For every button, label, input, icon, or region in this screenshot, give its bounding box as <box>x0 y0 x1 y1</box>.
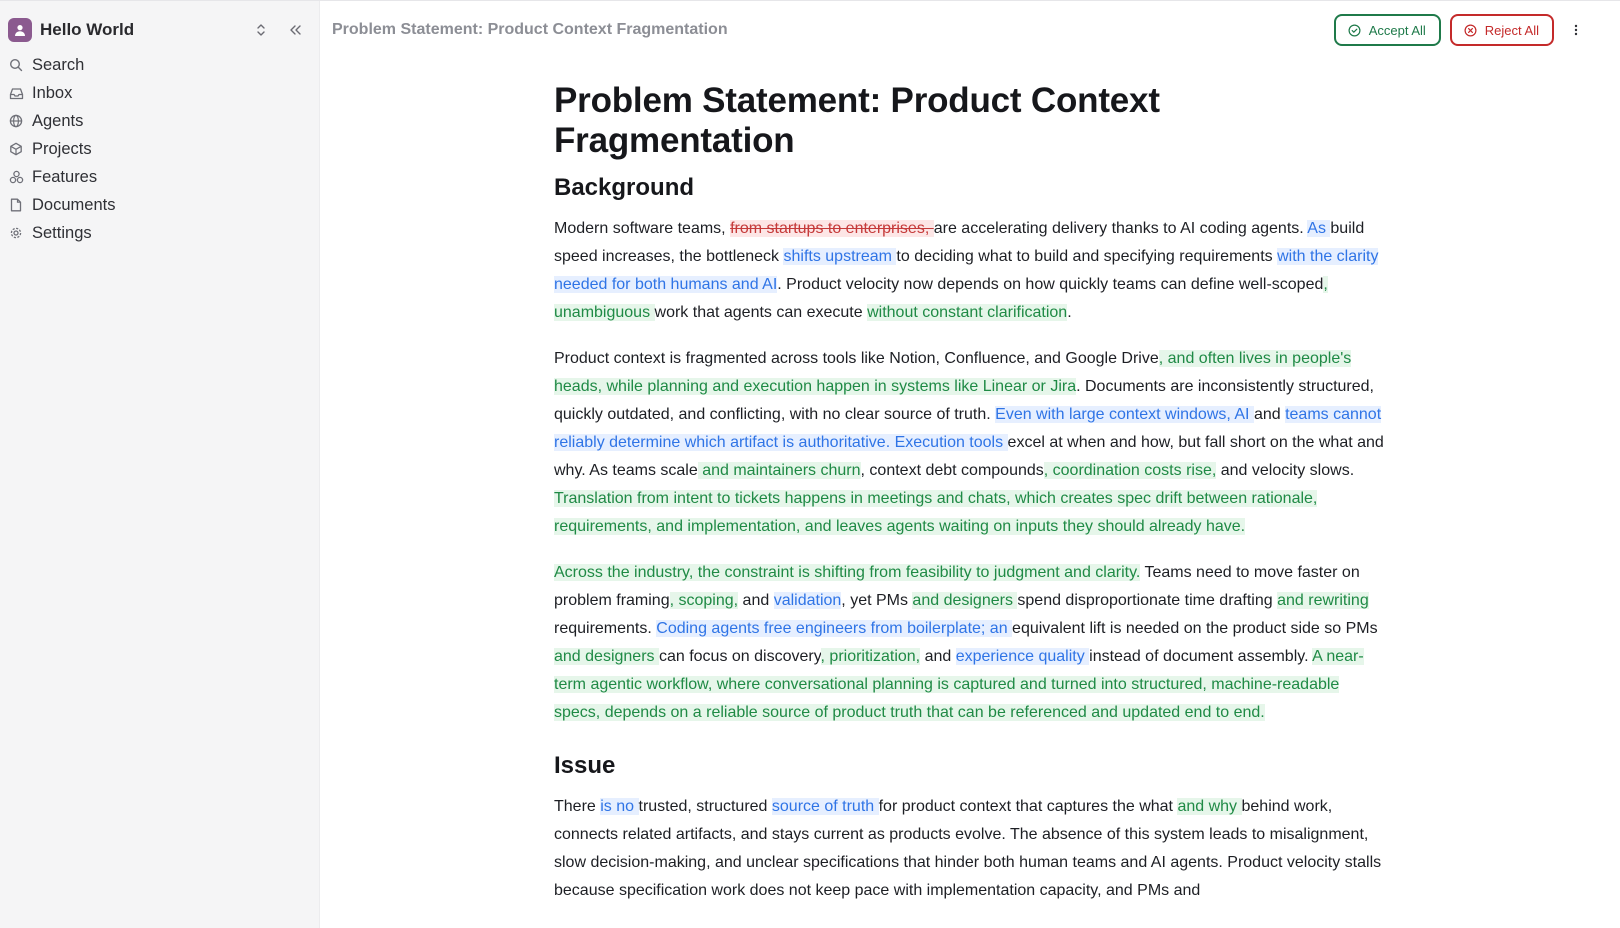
document-title[interactable]: Problem Statement: Product Context Fragm… <box>554 81 1384 161</box>
paragraph-text: and <box>920 648 956 665</box>
paragraph-text: can focus on discovery <box>658 648 821 665</box>
added-text[interactable]: , scoping, <box>669 592 739 609</box>
added-text[interactable]: , coordination costs rise, <box>1043 462 1217 479</box>
sidebar-item-inbox[interactable]: Inbox <box>8 79 309 107</box>
paragraph-text: and velocity slows. <box>1216 462 1355 479</box>
sidebar-item-label: Search <box>32 55 85 74</box>
paragraph-text: and <box>738 592 774 609</box>
gear-icon <box>8 225 24 241</box>
paragraph-text: , context debt compounds <box>860 462 1044 479</box>
sidebar-item-projects[interactable]: Projects <box>8 135 309 163</box>
workspace-name[interactable]: Hello World <box>40 20 247 40</box>
suggested-text[interactable]: As <box>1307 220 1331 237</box>
paragraph-text: work that agents can execute <box>654 304 868 321</box>
paragraph-text: , yet PMs <box>841 592 913 609</box>
paragraph-text: requirements. <box>554 620 657 637</box>
paragraph-text: spend disproportionate time drafting <box>1017 592 1278 609</box>
check-circle-icon <box>1348 23 1361 37</box>
added-text[interactable]: and maintainers churn <box>697 462 861 479</box>
breadcrumb[interactable]: Problem Statement: Product Context Fragm… <box>332 21 1334 39</box>
paragraph-text: Product context is fragmented across too… <box>554 350 1159 367</box>
reject-all-button[interactable]: Reject All <box>1449 14 1554 46</box>
main-content: Problem Statement: Product Context Fragm… <box>320 1 1620 928</box>
document-body: Problem Statement: Product Context Fragm… <box>554 81 1384 923</box>
top-bar: Problem Statement: Product Context Fragm… <box>320 1 1620 59</box>
chevrons-left-icon[interactable] <box>281 16 309 44</box>
reject-all-label: Reject All <box>1484 22 1539 38</box>
document-icon <box>8 197 24 213</box>
added-text[interactable]: , prioritization, <box>820 648 921 665</box>
features-icon <box>8 169 24 185</box>
added-text[interactable]: Translation from intent to tickets happe… <box>554 490 1318 535</box>
added-text[interactable]: and why <box>1177 798 1242 815</box>
suggested-text[interactable]: Even with large context windows, AI <box>995 406 1254 423</box>
sidebar-item-features[interactable]: Features <box>8 163 309 191</box>
added-text[interactable]: and rewriting <box>1277 592 1369 609</box>
paragraph-text: Modern software teams, <box>554 220 731 237</box>
cube-icon <box>8 141 24 157</box>
paragraph-text: to deciding what to build and specifying… <box>896 248 1278 265</box>
inbox-icon <box>8 85 24 101</box>
user-avatar-icon[interactable] <box>8 18 32 42</box>
accept-all-label: Accept All <box>1368 22 1426 38</box>
suggested-text[interactable]: shifts upstream <box>783 248 897 265</box>
sidebar-item-label: Documents <box>32 195 116 214</box>
paragraph-1[interactable]: Modern software teams, from startups to … <box>554 215 1384 327</box>
heading-background[interactable]: Background <box>554 173 1384 203</box>
sidebar-item-documents[interactable]: Documents <box>8 191 309 219</box>
added-text[interactable]: and designers <box>554 648 659 665</box>
paragraph-text: There <box>554 798 601 815</box>
vertical-dots-icon[interactable] <box>1562 16 1590 44</box>
suggested-text[interactable]: source of truth <box>771 798 879 815</box>
deleted-text[interactable]: from startups to enterprises, <box>730 220 934 237</box>
paragraph-4[interactable]: There is no trusted, structured source o… <box>554 793 1384 905</box>
sidebar-item-label: Settings <box>32 223 92 242</box>
paragraph-text: equivalent lift is needed on the product… <box>1012 620 1378 637</box>
sidebar: Hello World Search Inbox Agents Projects… <box>0 1 320 928</box>
sidebar-item-label: Projects <box>32 139 92 158</box>
app-window: Hello World Search Inbox Agents Projects… <box>0 0 1620 928</box>
sidebar-item-settings[interactable]: Settings <box>8 219 309 247</box>
paragraph-text: instead of document assembly. <box>1089 648 1313 665</box>
search-icon <box>8 57 24 73</box>
paragraph-text: and <box>1253 406 1286 423</box>
heading-issue[interactable]: Issue <box>554 751 1384 781</box>
suggested-text[interactable]: experience quality <box>955 648 1090 665</box>
added-text[interactable]: Across the industry, the constraint is s… <box>554 564 1141 581</box>
chevrons-up-down-icon[interactable] <box>247 16 275 44</box>
paragraph-text: for product context that captures the wh… <box>878 798 1178 815</box>
paragraph-text: . Product velocity now depends on how qu… <box>777 276 1324 293</box>
paragraph-3[interactable]: Across the industry, the constraint is s… <box>554 559 1384 727</box>
suggested-text[interactable]: is no <box>600 798 639 815</box>
added-text[interactable]: and designers <box>912 592 1018 609</box>
suggested-text[interactable]: Coding agents free engineers from boiler… <box>656 620 1013 637</box>
sidebar-item-label: Agents <box>32 111 84 130</box>
accept-all-button[interactable]: Accept All <box>1333 14 1441 46</box>
globe-icon <box>8 113 24 129</box>
paragraph-text: . <box>1067 304 1072 321</box>
paragraph-2[interactable]: Product context is fragmented across too… <box>554 345 1384 541</box>
sidebar-item-label: Inbox <box>32 83 73 102</box>
added-text[interactable]: without constant clarification <box>867 304 1068 321</box>
sidebar-item-label: Features <box>32 167 98 186</box>
sidebar-item-search[interactable]: Search <box>8 51 309 79</box>
paragraph-text: trusted, structured <box>638 798 772 815</box>
workspace-header: Hello World <box>8 15 309 45</box>
paragraph-text: are accelerating delivery thanks to AI c… <box>933 220 1308 237</box>
suggested-text[interactable]: validation <box>773 592 842 609</box>
x-circle-icon <box>1464 23 1477 37</box>
sidebar-item-agents[interactable]: Agents <box>8 107 309 135</box>
